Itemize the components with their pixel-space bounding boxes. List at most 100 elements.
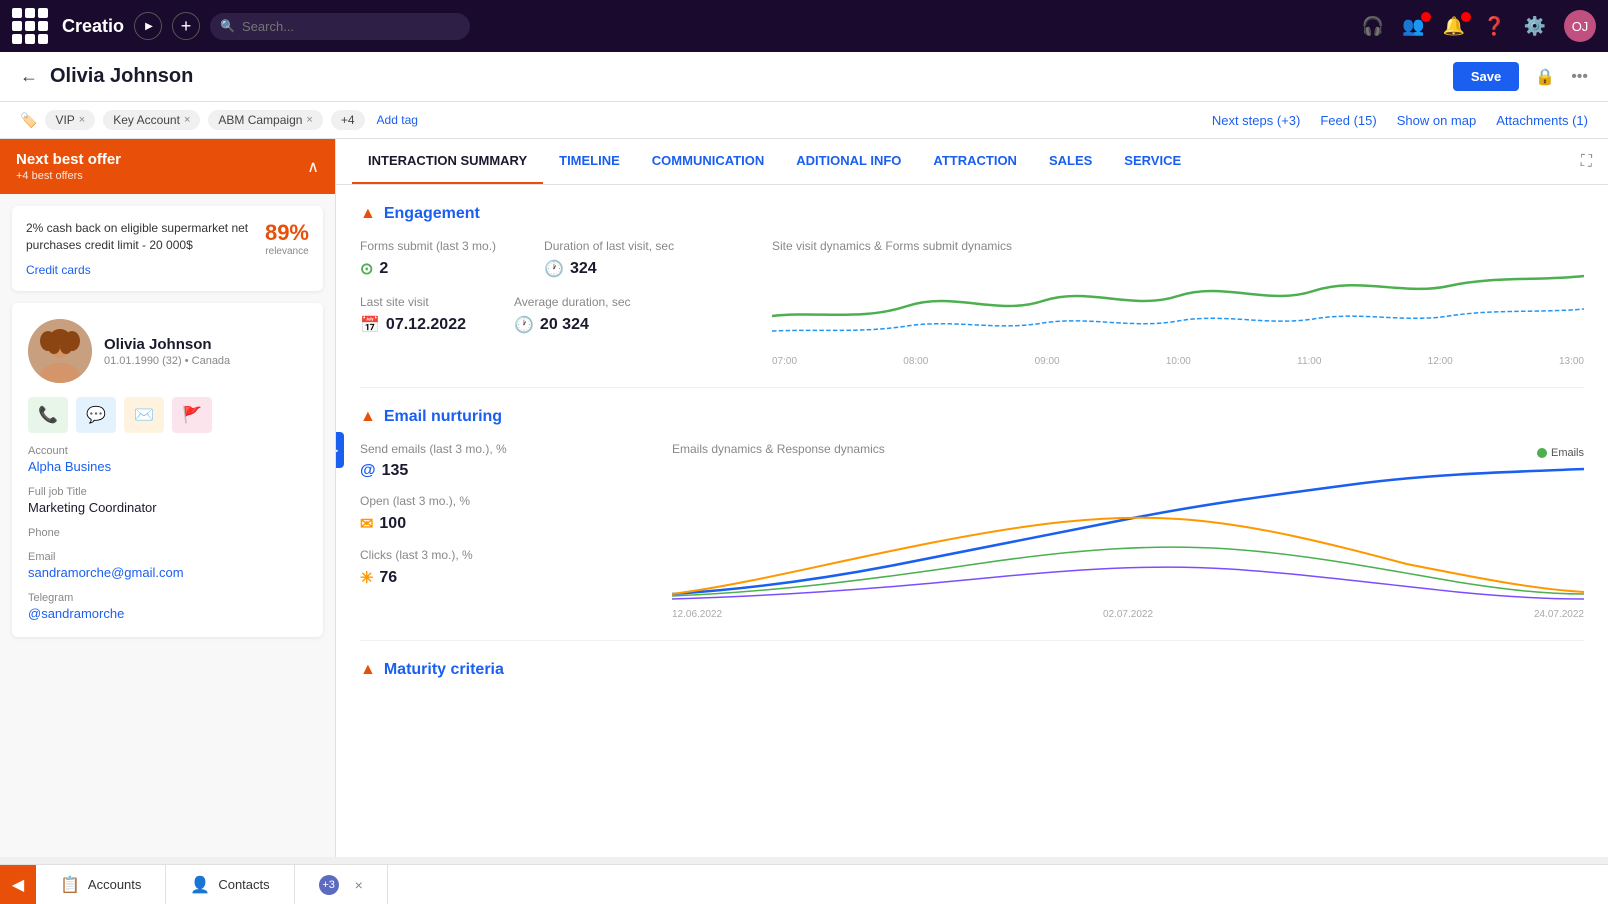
engagement-chart <box>772 261 1584 351</box>
show-on-map-link[interactable]: Show on map <box>1397 113 1477 128</box>
open-value: 100 <box>379 515 406 533</box>
profile-actions: 📞 💬 ✉️ 🚩 <box>28 397 307 433</box>
send-emails-metric: Send emails (last 3 mo.), % @ 135 <box>360 442 640 480</box>
expand-icon[interactable]: ⛶ <box>1581 153 1592 171</box>
tags-bar: 🏷️ VIP × Key Account × ABM Campaign × +4… <box>0 102 1608 139</box>
header-actions: Save 🔒 ••• <box>1453 62 1588 91</box>
last-visit-metric: Last site visit 📅 07.12.2022 <box>360 295 466 335</box>
last-visit-value: 07.12.2022 <box>386 316 466 334</box>
search-wrap <box>210 13 470 40</box>
save-button[interactable]: Save <box>1453 62 1519 91</box>
tab-timeline[interactable]: TIMELINE <box>543 139 636 184</box>
lock-icon[interactable]: 🔒 <box>1535 67 1555 87</box>
nbo-credit-cards-link[interactable]: Credit cards <box>26 263 309 277</box>
tag-vip-remove[interactable]: × <box>79 114 85 126</box>
email-nurturing-section-header[interactable]: ▲ Email nurturing <box>360 408 1584 426</box>
avg-duration-label: Average duration, sec <box>514 295 631 309</box>
phone-field: Phone <box>28 527 307 539</box>
main-layout: Next best offer +4 best offers ∧ 2% cash… <box>0 139 1608 857</box>
job-title-field: Full job Title Marketing Coordinator <box>28 486 307 515</box>
email-legend-label: Emails <box>1551 447 1584 459</box>
contacts-icon: 👤 <box>190 875 210 895</box>
bottom-tab-contacts[interactable]: 👤 Contacts <box>166 865 294 904</box>
avatar[interactable]: OJ <box>1564 10 1596 42</box>
headset-icon[interactable]: 🎧 <box>1362 16 1384 37</box>
tab-additional-info[interactable]: ADITIONAL INFO <box>780 139 917 184</box>
account-field: Account Alpha Busines <box>28 445 307 474</box>
left-arrow-icon[interactable]: ▶ <box>336 432 344 468</box>
tag-vip[interactable]: VIP × <box>45 110 95 130</box>
accounts-tab-label: Accounts <box>88 877 141 892</box>
add-tag-button[interactable]: Add tag <box>377 113 418 127</box>
maturity-section-header[interactable]: ▲ Maturity criteria <box>360 661 1584 679</box>
tag-abm-campaign[interactable]: ABM Campaign × <box>208 110 322 130</box>
telegram-value[interactable]: @sandramorche <box>28 606 307 621</box>
settings-icon[interactable]: ⚙️ <box>1524 16 1546 37</box>
nbo-header[interactable]: Next best offer +4 best offers ∧ <box>0 139 335 194</box>
header-bar: ← Olivia Johnson Save 🔒 ••• <box>0 52 1608 102</box>
nbo-subtitle: +4 best offers <box>16 170 121 182</box>
duration-value: 324 <box>570 260 597 278</box>
email-nurturing-up-icon: ▲ <box>360 408 376 426</box>
account-value[interactable]: Alpha Busines <box>28 459 307 474</box>
bell-icon[interactable]: 🔔 <box>1443 16 1465 37</box>
users-icon[interactable]: 👥 <box>1402 16 1424 37</box>
avg-duration-value: 20 324 <box>540 316 589 334</box>
send-value: 135 <box>382 462 409 480</box>
tabs-bar: INTERACTION SUMMARY TIMELINE COMMUNICATI… <box>336 139 1608 185</box>
open-label: Open (last 3 mo.), % <box>360 494 640 508</box>
add-button[interactable]: + <box>172 12 200 40</box>
tag-more[interactable]: +4 <box>331 110 365 130</box>
call-button[interactable]: 📞 <box>28 397 68 433</box>
engagement-title: Engagement <box>384 205 480 223</box>
nbo-title: Next best offer <box>16 151 121 168</box>
telegram-label: Telegram <box>28 592 307 604</box>
tab-sales[interactable]: SALES <box>1033 139 1108 184</box>
bottom-tab-more[interactable]: +3 × <box>295 865 388 904</box>
job-title-label: Full job Title <box>28 486 307 498</box>
clock2-icon: 🕐 <box>514 315 534 335</box>
next-steps-link[interactable]: Next steps (+3) <box>1212 113 1301 128</box>
tab-attraction[interactable]: ATTRACTION <box>917 139 1033 184</box>
duration-label: Duration of last visit, sec <box>544 239 674 253</box>
calendar-icon: 📅 <box>360 315 380 335</box>
clicks-label: Clicks (last 3 mo.), % <box>360 548 640 562</box>
more-options-icon[interactable]: ••• <box>1571 68 1588 86</box>
back-arrow-icon[interactable]: ← <box>20 66 38 87</box>
tag-icon: 🏷️ <box>20 112 37 129</box>
tag-abm-campaign-remove[interactable]: × <box>306 114 312 126</box>
back-nav-button[interactable]: ◀ <box>0 865 36 904</box>
content-area: ▶ ▲ Engagement Forms submit (last 3 mo.)… <box>336 185 1608 715</box>
nbo-card: 2% cash back on eligible supermarket net… <box>12 206 323 291</box>
tags-right-actions: Next steps (+3) Feed (15) Show on map At… <box>1212 113 1588 128</box>
attachments-link[interactable]: Attachments (1) <box>1496 113 1588 128</box>
tab-service[interactable]: SERVICE <box>1108 139 1197 184</box>
feed-link[interactable]: Feed (15) <box>1320 113 1376 128</box>
forms-icon: ⊙ <box>360 259 373 279</box>
email-button[interactable]: ✉️ <box>124 397 164 433</box>
forms-submit-metric: Forms submit (last 3 mo.) ⊙ 2 <box>360 239 496 279</box>
phone-label: Phone <box>28 527 307 539</box>
engagement-section-header[interactable]: ▲ Engagement <box>360 205 1584 223</box>
tag-key-account[interactable]: Key Account × <box>103 110 200 130</box>
email-value[interactable]: sandramorche@gmail.com <box>28 565 307 580</box>
nbo-relevance-label: relevance <box>265 246 309 257</box>
tab-communication[interactable]: COMMUNICATION <box>636 139 780 184</box>
tag-key-account-remove[interactable]: × <box>184 114 190 126</box>
bottom-tab-accounts[interactable]: 📋 Accounts <box>36 865 166 904</box>
flag-button[interactable]: 🚩 <box>172 397 212 433</box>
apps-grid-icon[interactable] <box>12 8 48 44</box>
topnav-right: 🎧 👥 🔔 ❓ ⚙️ OJ <box>1362 10 1596 42</box>
duration-metric: Duration of last visit, sec 🕐 324 <box>544 239 674 279</box>
more-close-icon[interactable]: × <box>355 877 363 893</box>
last-visit-label: Last site visit <box>360 295 466 309</box>
chat-button[interactable]: 💬 <box>76 397 116 433</box>
accounts-icon: 📋 <box>60 875 80 895</box>
open-emails-metric: Open (last 3 mo.), % ✉ 100 <box>360 494 640 534</box>
telegram-field: Telegram @sandramorche <box>28 592 307 621</box>
help-icon[interactable]: ❓ <box>1483 16 1505 37</box>
tab-interaction-summary[interactable]: INTERACTION SUMMARY <box>352 139 543 184</box>
play-button[interactable] <box>134 12 162 40</box>
search-input[interactable] <box>210 13 470 40</box>
account-label: Account <box>28 445 307 457</box>
